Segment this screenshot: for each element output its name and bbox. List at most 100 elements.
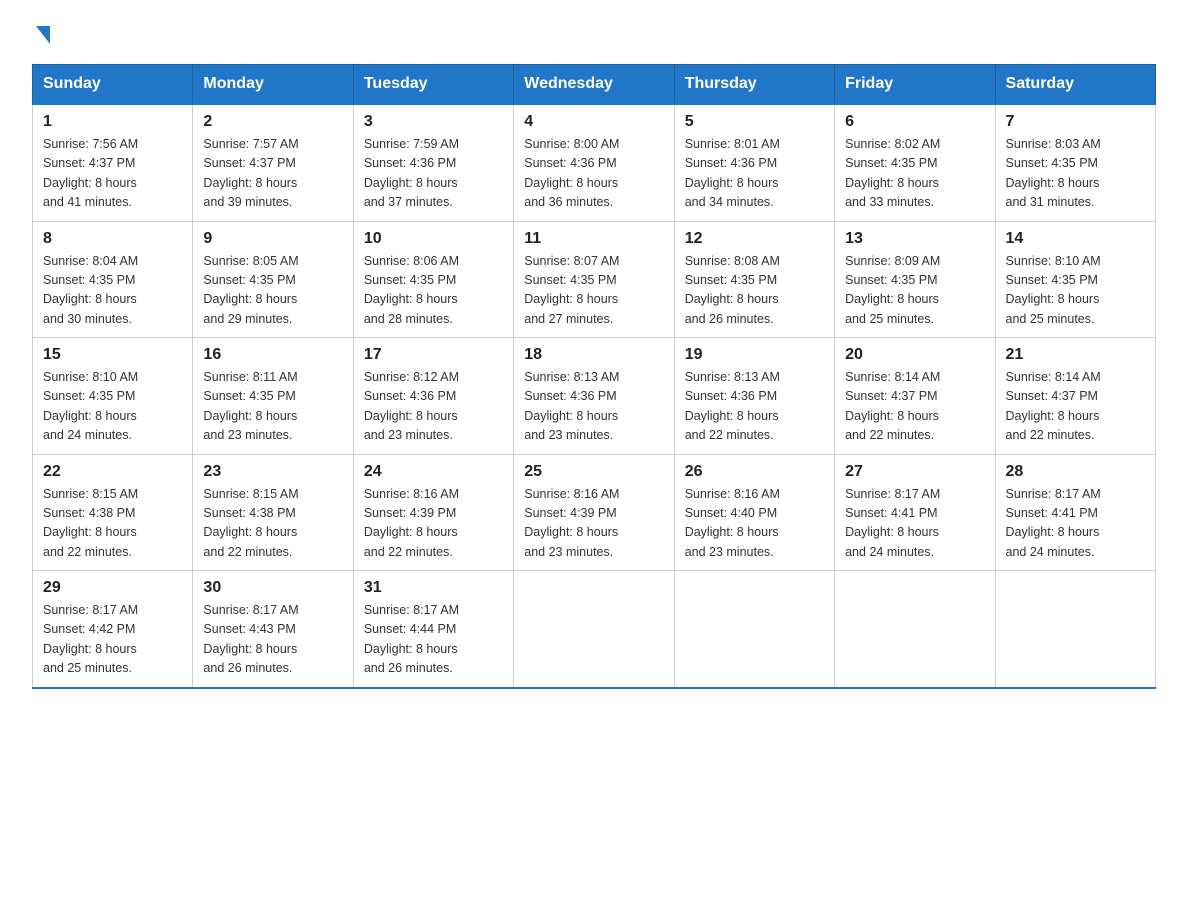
day-number: 1 [43,113,182,131]
day-number: 16 [203,346,342,364]
calendar-cell: 16 Sunrise: 8:11 AMSunset: 4:35 PMDayligh… [193,338,353,455]
calendar-header-row: SundayMondayTuesdayWednesdayThursdayFrid… [33,65,1156,105]
cell-info: Sunrise: 8:16 AMSunset: 4:39 PMDaylight:… [524,485,663,563]
calendar-cell: 4Sunrise: 8:00 AMSunset: 4:36 PMDaylight… [514,104,674,221]
calendar-cell: 5 Sunrise: 8:01 AMSunset: 4:36 PMDaylight… [674,104,834,221]
calendar-cell: 28 Sunrise: 8:17 AMSunset: 4:41 PMDayligh… [995,454,1155,571]
calendar-cell: 3Sunrise: 7:59 AMSunset: 4:36 PMDaylight… [353,104,513,221]
day-number: 14 [1006,230,1145,248]
day-number: 21 [1006,346,1145,364]
calendar-cell: 9Sunrise: 8:05 AMSunset: 4:35 PMDaylight… [193,221,353,338]
day-number: 8 [43,230,182,248]
cell-info: Sunrise: 7:56 AMSunset: 4:37 PMDaylight:… [43,135,182,213]
calendar-cell: 25 Sunrise: 8:16 AMSunset: 4:39 PMDayligh… [514,454,674,571]
header-day-monday: Monday [193,65,353,105]
day-number: 5 [685,113,824,131]
calendar-cell: 12 Sunrise: 8:08 AMSunset: 4:35 PMDayligh… [674,221,834,338]
day-number: 22 [43,463,182,481]
day-number: 11 [524,230,663,248]
cell-info: Sunrise: 8:16 AMSunset: 4:40 PMDaylight:… [685,485,824,563]
calendar-cell: 2 Sunrise: 7:57 AMSunset: 4:37 PMDaylight… [193,104,353,221]
day-number: 18 [524,346,663,364]
calendar-cell: 19 Sunrise: 8:13 AMSunset: 4:36 PMDayligh… [674,338,834,455]
day-number: 26 [685,463,824,481]
calendar-cell: 14Sunrise: 8:10 AMSunset: 4:35 PMDayligh… [995,221,1155,338]
calendar-cell [835,571,995,688]
calendar-cell: 15 Sunrise: 8:10 AMSunset: 4:35 PMDayligh… [33,338,193,455]
header-day-sunday: Sunday [33,65,193,105]
cell-info: Sunrise: 8:17 AMSunset: 4:41 PMDaylight:… [1006,485,1145,563]
calendar-week-1: 1 Sunrise: 7:56 AMSunset: 4:37 PMDaylight… [33,104,1156,221]
header-day-tuesday: Tuesday [353,65,513,105]
calendar-week-5: 29 Sunrise: 8:17 AMSunset: 4:42 PMDayligh… [33,571,1156,688]
day-number: 7 [1006,113,1145,131]
cell-info: Sunrise: 8:07 AMSunset: 4:35 PMDaylight:… [524,252,663,330]
calendar-cell: 20 Sunrise: 8:14 AMSunset: 4:37 PMDayligh… [835,338,995,455]
calendar-cell: 26 Sunrise: 8:16 AMSunset: 4:40 PMDayligh… [674,454,834,571]
cell-info: Sunrise: 8:09 AMSunset: 4:35 PMDaylight:… [845,252,984,330]
day-number: 2 [203,113,342,131]
cell-info: Sunrise: 8:06 AMSunset: 4:35 PMDaylight:… [364,252,503,330]
calendar-cell: 7 Sunrise: 8:03 AMSunset: 4:35 PMDaylight… [995,104,1155,221]
page-header [32,24,1156,44]
cell-info: Sunrise: 8:08 AMSunset: 4:35 PMDaylight:… [685,252,824,330]
calendar-week-4: 22 Sunrise: 8:15 AMSunset: 4:38 PMDayligh… [33,454,1156,571]
calendar-cell: 22 Sunrise: 8:15 AMSunset: 4:38 PMDayligh… [33,454,193,571]
calendar-cell: 10 Sunrise: 8:06 AMSunset: 4:35 PMDayligh… [353,221,513,338]
calendar-cell: 13 Sunrise: 8:09 AMSunset: 4:35 PMDayligh… [835,221,995,338]
calendar-cell: 27 Sunrise: 8:17 AMSunset: 4:41 PMDayligh… [835,454,995,571]
cell-info: Sunrise: 8:02 AMSunset: 4:35 PMDaylight:… [845,135,984,213]
calendar-cell [514,571,674,688]
day-number: 20 [845,346,984,364]
cell-info: Sunrise: 8:14 AMSunset: 4:37 PMDaylight:… [845,368,984,446]
cell-info: Sunrise: 8:00 AMSunset: 4:36 PMDaylight:… [524,135,663,213]
cell-info: Sunrise: 7:57 AMSunset: 4:37 PMDaylight:… [203,135,342,213]
day-number: 31 [364,579,503,597]
cell-info: Sunrise: 8:17 AMSunset: 4:44 PMDaylight:… [364,601,503,679]
cell-info: Sunrise: 8:17 AMSunset: 4:43 PMDaylight:… [203,601,342,679]
day-number: 10 [364,230,503,248]
calendar-week-3: 15 Sunrise: 8:10 AMSunset: 4:35 PMDayligh… [33,338,1156,455]
cell-info: Sunrise: 7:59 AMSunset: 4:36 PMDaylight:… [364,135,503,213]
cell-info: Sunrise: 8:13 AMSunset: 4:36 PMDaylight:… [685,368,824,446]
cell-info: Sunrise: 8:17 AMSunset: 4:41 PMDaylight:… [845,485,984,563]
calendar-cell: 6 Sunrise: 8:02 AMSunset: 4:35 PMDaylight… [835,104,995,221]
logo-triangle-icon [36,26,50,44]
day-number: 23 [203,463,342,481]
day-number: 13 [845,230,984,248]
day-number: 27 [845,463,984,481]
day-number: 30 [203,579,342,597]
calendar-cell: 30 Sunrise: 8:17 AMSunset: 4:43 PMDayligh… [193,571,353,688]
cell-info: Sunrise: 8:15 AMSunset: 4:38 PMDaylight:… [43,485,182,563]
day-number: 29 [43,579,182,597]
day-number: 19 [685,346,824,364]
cell-info: Sunrise: 8:01 AMSunset: 4:36 PMDaylight:… [685,135,824,213]
cell-info: Sunrise: 8:10 AMSunset: 4:35 PMDaylight:… [43,368,182,446]
header-day-saturday: Saturday [995,65,1155,105]
day-number: 9 [203,230,342,248]
calendar-week-2: 8 Sunrise: 8:04 AMSunset: 4:35 PMDaylight… [33,221,1156,338]
day-number: 25 [524,463,663,481]
calendar-cell: 21 Sunrise: 8:14 AMSunset: 4:37 PMDayligh… [995,338,1155,455]
cell-info: Sunrise: 8:16 AMSunset: 4:39 PMDaylight:… [364,485,503,563]
calendar-cell: 8 Sunrise: 8:04 AMSunset: 4:35 PMDaylight… [33,221,193,338]
cell-info: Sunrise: 8:15 AMSunset: 4:38 PMDaylight:… [203,485,342,563]
calendar-cell: 18Sunrise: 8:13 AMSunset: 4:36 PMDayligh… [514,338,674,455]
day-number: 24 [364,463,503,481]
calendar-cell: 11 Sunrise: 8:07 AMSunset: 4:35 PMDayligh… [514,221,674,338]
calendar-cell [995,571,1155,688]
day-number: 6 [845,113,984,131]
day-number: 12 [685,230,824,248]
calendar-cell: 17Sunrise: 8:12 AMSunset: 4:36 PMDayligh… [353,338,513,455]
cell-info: Sunrise: 8:04 AMSunset: 4:35 PMDaylight:… [43,252,182,330]
logo [32,24,50,44]
day-number: 15 [43,346,182,364]
header-day-friday: Friday [835,65,995,105]
cell-info: Sunrise: 8:14 AMSunset: 4:37 PMDaylight:… [1006,368,1145,446]
day-number: 28 [1006,463,1145,481]
cell-info: Sunrise: 8:03 AMSunset: 4:35 PMDaylight:… [1006,135,1145,213]
calendar-cell: 24 Sunrise: 8:16 AMSunset: 4:39 PMDayligh… [353,454,513,571]
cell-info: Sunrise: 8:11 AMSunset: 4:35 PMDaylight:… [203,368,342,446]
cell-info: Sunrise: 8:17 AMSunset: 4:42 PMDaylight:… [43,601,182,679]
calendar-cell: 23 Sunrise: 8:15 AMSunset: 4:38 PMDayligh… [193,454,353,571]
